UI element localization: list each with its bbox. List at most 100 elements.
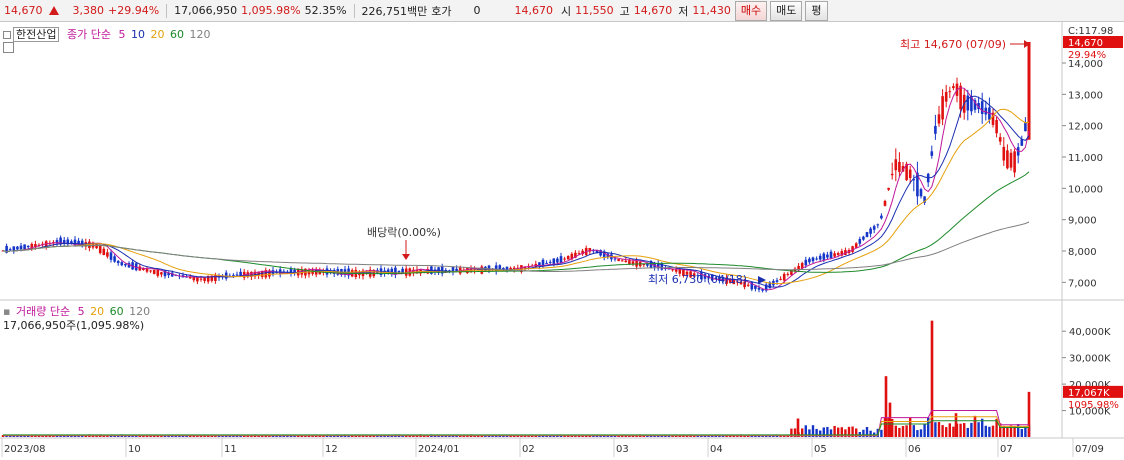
hoga-label: 호가: [431, 4, 452, 18]
x-axis-label: 03: [616, 444, 629, 455]
volume-bar: [966, 427, 969, 437]
price-tick-label: 12,000: [1068, 122, 1103, 133]
high-value: 14,670: [633, 4, 673, 17]
candle-body: [854, 243, 858, 248]
volume-bar: [916, 430, 919, 437]
sell-button[interactable]: 매도: [770, 0, 803, 21]
current-volume-pct-text: 1095.98%: [1068, 400, 1119, 411]
volume-bar: [905, 425, 908, 437]
stock-name[interactable]: 한전산업: [13, 27, 60, 42]
candle-body: [23, 244, 26, 250]
candle-body: [16, 246, 19, 250]
volume-bar: [1020, 429, 1023, 437]
buy-button[interactable]: 매수: [734, 0, 768, 21]
candle-body: [833, 253, 836, 257]
dividend-annotation: 배당락(0.00%): [367, 226, 441, 239]
stock-chart-svg[interactable]: 14,00013,00012,00011,00010,0009,0008,000…: [0, 22, 1124, 458]
volume-bar: [981, 418, 984, 437]
settings-icon[interactable]: [3, 31, 11, 39]
candle-body: [1009, 152, 1013, 168]
candle-body: [890, 173, 894, 176]
volume-bar: [909, 417, 912, 437]
candle-body: [12, 246, 16, 251]
volume-bar: [912, 425, 915, 437]
ma-10: 10: [130, 28, 145, 41]
candle-body: [199, 278, 203, 280]
chart-area[interactable]: 14,000 13,000 12,000 11,000 10,000 9,000 8,000…: [0, 22, 1124, 458]
volume-ma-line: [3, 410, 1029, 437]
candle-body: [152, 269, 156, 274]
candle-body: [980, 101, 984, 114]
volume-bar: [934, 422, 937, 437]
volume-bar: [991, 425, 995, 437]
candle-body: [624, 260, 628, 263]
ma-120: 120: [189, 28, 211, 41]
volume-bar: [901, 426, 905, 437]
candle-body: [116, 260, 120, 264]
candle-body: [822, 253, 826, 260]
high-annotation: 최고 14,670 (07/09): [900, 38, 1006, 51]
price-tick-label: 7,000: [1068, 278, 1097, 289]
candle-body: [214, 274, 217, 282]
volume-bar: [977, 422, 980, 437]
avg-button[interactable]: 평: [805, 0, 828, 21]
price-tick-label: 8,000: [1068, 247, 1097, 258]
volume-bar: [1024, 426, 1027, 437]
candle-body: [887, 187, 890, 190]
candle-body: [631, 261, 635, 265]
candle-body: [1006, 150, 1009, 169]
x-axis-label: 2023/08: [4, 444, 46, 455]
x-axis-label: 04: [710, 444, 723, 455]
volume-ratio: 1,095.98%: [241, 4, 301, 17]
candle-body: [808, 258, 811, 263]
volume-bar: [963, 423, 966, 437]
volume-bar: [948, 423, 951, 437]
x-axis-label: 2024/01: [418, 444, 460, 455]
volume-bar: [984, 425, 987, 437]
candle-body: [804, 259, 808, 266]
candle-body: [757, 287, 761, 290]
ma-line-20: [2, 108, 1030, 285]
ma-line-60: [2, 171, 1030, 275]
candle-body: [930, 151, 934, 156]
volume-spike-bar: [796, 418, 800, 437]
candle-body: [397, 270, 401, 273]
candle-body: [908, 169, 912, 178]
trade-value: 226,751백만: [361, 4, 428, 18]
candle-body: [124, 263, 127, 266]
candle-body: [786, 273, 790, 275]
candle-body: [937, 114, 941, 124]
low-annotation: 최저 6,730 (04/18): [648, 273, 747, 286]
candle-body: [872, 226, 876, 230]
candle-body: [876, 224, 880, 226]
divider: [353, 3, 355, 18]
x-axis-label: 05: [814, 444, 827, 455]
volume-spike-bar: [884, 376, 888, 437]
divider: [166, 3, 168, 18]
x-axis-label: 10: [128, 444, 141, 455]
low-label: 저: [678, 4, 689, 18]
current-price-tag-text: 14,670: [1068, 38, 1103, 49]
candle-body: [815, 258, 818, 260]
volume-spike-bar: [888, 402, 892, 437]
candle-body: [858, 239, 862, 244]
candle-body: [934, 125, 937, 134]
candle-body: [880, 215, 883, 219]
candle-body: [754, 285, 757, 289]
candle-body: [1020, 139, 1024, 146]
candle-body: [160, 272, 163, 275]
volume-bar: [898, 427, 901, 437]
candle-body: [613, 258, 617, 260]
volume: 17,066,950: [174, 4, 238, 17]
ma-line-5: [2, 87, 1030, 291]
candle-body: [19, 245, 23, 250]
grid-toggle-icon[interactable]: [3, 42, 14, 53]
candle-body: [826, 254, 829, 258]
volume-bar: [988, 426, 991, 437]
volume-spike-bar: [1027, 391, 1031, 437]
x-axis-label: 07/09: [1075, 444, 1104, 455]
candle-body: [545, 262, 548, 264]
candle-body: [894, 159, 898, 171]
up-arrow-icon: [48, 6, 59, 15]
ma-5: 5: [118, 28, 126, 41]
